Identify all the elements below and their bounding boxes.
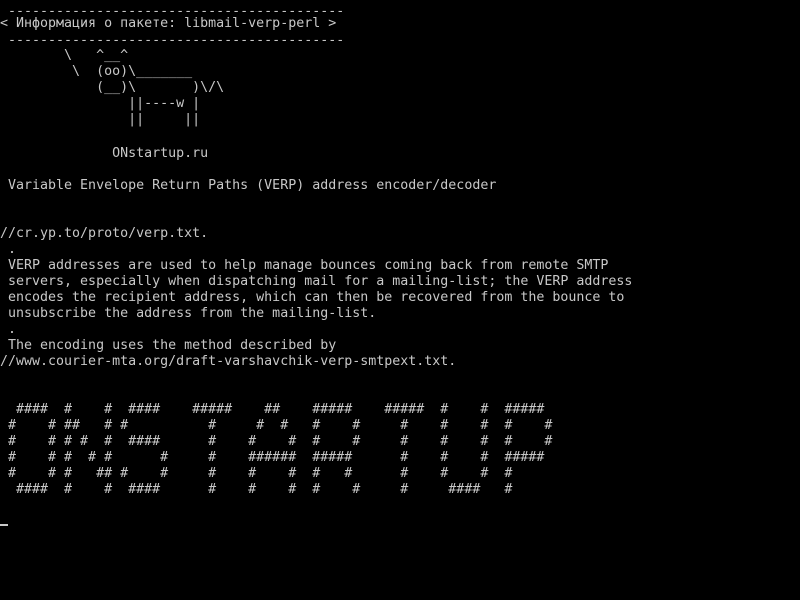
cowsay-art-line: \ (oo)\_______ — [0, 64, 193, 79]
description-line: The encoding uses the method described b… — [0, 338, 337, 353]
ascii-banner-line: # # # ## # # # # # # # # # # # — [0, 466, 513, 481]
cowsay-art-line: || || — [0, 112, 201, 127]
banner-bottom-border: ----------------------------------------… — [0, 33, 345, 48]
cowsay-art-line: \ ^__^ — [0, 48, 129, 63]
cowsay-art-line: (__)\ )\/\ — [0, 80, 225, 95]
ascii-banner-line: #### # # #### ##### ## ##### ##### # # #… — [0, 402, 545, 417]
ascii-banner-line: # # # # # # # ###### ##### # # # ##### — [0, 450, 545, 465]
description-line: //cr.yp.to/proto/verp.txt. — [0, 226, 209, 241]
description-line: . — [0, 242, 17, 257]
description-line: unsubscribe the address from the mailing… — [0, 306, 377, 321]
text-cursor — [0, 524, 8, 526]
description-line: //www.courier-mta.org/draft-varshavchik-… — [0, 354, 457, 369]
description-line: servers, especially when dispatching mai… — [0, 274, 633, 289]
banner-title: < Информация о пакете: libmail-verp-perl… — [0, 16, 337, 31]
cowsay-art-line: ||----w | — [0, 96, 201, 111]
package-summary: Variable Envelope Return Paths (VERP) ad… — [0, 178, 497, 193]
terminal-screen[interactable]: ----------------------------------------… — [0, 0, 800, 600]
ascii-banner-line: #### # # #### # # # # # # #### # — [0, 482, 513, 497]
description-line: . — [0, 322, 17, 337]
description-line: encodes the recipient address, which can… — [0, 290, 625, 305]
site-credit: ONstartup.ru — [0, 146, 209, 161]
ascii-banner-line: # # ## # # # # # # # # # # # # — [0, 418, 553, 433]
description-line: VERP addresses are used to help manage b… — [0, 258, 609, 273]
ascii-banner-line: # # # # # #### # # # # # # # # # # — [0, 434, 553, 449]
